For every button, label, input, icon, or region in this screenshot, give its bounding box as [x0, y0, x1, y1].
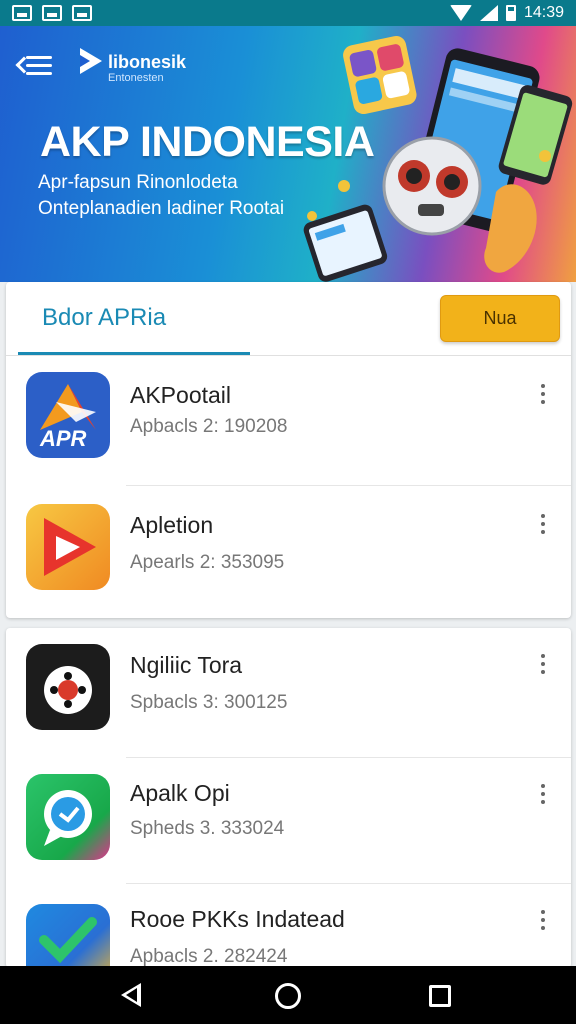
back-icon[interactable]	[121, 983, 141, 1007]
play-triangle-icon	[26, 504, 110, 590]
wifi-icon	[449, 5, 472, 21]
navigation-bar	[0, 966, 576, 1024]
brand-logo-icon	[80, 48, 102, 74]
brand-subtitle: Entonesten	[108, 72, 164, 84]
app-name: AKPootail	[130, 382, 232, 408]
svg-text:APR: APR	[39, 426, 87, 451]
banner-subtitle: Onteplanadien ladiner Rootai	[38, 198, 285, 219]
tab-apps[interactable]: Bdor APRia	[42, 304, 166, 332]
more-options-icon[interactable]	[536, 782, 550, 808]
status-bar: 14:39	[0, 0, 576, 26]
app-subtitle: Apbacls 2. 282424	[130, 946, 288, 967]
signal-icon	[479, 5, 498, 21]
brand-name: libonesik	[108, 52, 187, 72]
tab-indicator	[18, 352, 250, 355]
more-options-icon[interactable]	[536, 908, 550, 934]
checkmark-icon	[26, 904, 110, 968]
image-notification-icon	[42, 5, 62, 21]
gamepad-icon	[26, 644, 110, 730]
app-name: Apalk Opi	[130, 780, 230, 806]
back-menu-icon[interactable]	[15, 54, 52, 78]
hero-illustration	[303, 35, 573, 282]
apps-card: Ngiliic Tora Spbacls 3: 300125 Apalk Opi…	[6, 628, 571, 968]
image-notification-icon	[72, 5, 92, 21]
list-item[interactable]: Rooe PKKs Indatead Apbacls 2. 282424	[6, 884, 571, 968]
app-name: Rooe PKKs Indatead	[130, 906, 345, 932]
app-subtitle: Spheds 3. 333024	[130, 818, 285, 839]
home-icon[interactable]	[275, 983, 301, 1009]
app-name: Ngiliic Tora	[130, 652, 243, 678]
recent-apps-icon[interactable]	[429, 985, 451, 1007]
apr-logo-icon: APR	[26, 372, 110, 458]
header-banner: libonesik Entonesten AKP INDONESIA Apr-f…	[0, 26, 576, 282]
list-item[interactable]: Apalk Opi Spheds 3. 333024	[6, 754, 571, 884]
battery-icon	[505, 5, 516, 21]
list-header: Bdor APRia Nua	[6, 282, 571, 356]
list-item[interactable]: Apletion Apearls 2: 353095	[6, 486, 571, 616]
more-options-icon[interactable]	[536, 382, 550, 408]
apps-card: Bdor APRia Nua APR AKPootail Apbacls 2: …	[6, 282, 571, 618]
app-subtitle: Apearls 2: 353095	[130, 552, 285, 573]
clock: 14:39	[523, 4, 564, 21]
list-item[interactable]: APR AKPootail Apbacls 2: 190208	[6, 356, 571, 486]
list-item[interactable]: Ngiliic Tora Spbacls 3: 300125	[6, 628, 571, 758]
banner-subtitle: Apr-fapsun Rinonlodeta	[38, 172, 238, 193]
action-button[interactable]: Nua	[440, 295, 560, 342]
app-name: Apletion	[130, 512, 214, 538]
image-notification-icon	[12, 5, 32, 21]
app-subtitle: Apbacls 2: 190208	[130, 416, 288, 437]
more-options-icon[interactable]	[536, 512, 550, 538]
app-subtitle: Spbacls 3: 300125	[130, 692, 288, 713]
system-icons: 14:39	[449, 4, 564, 22]
more-options-icon[interactable]	[536, 652, 550, 678]
chat-bubble-icon	[26, 774, 110, 860]
notification-icons	[12, 5, 92, 21]
